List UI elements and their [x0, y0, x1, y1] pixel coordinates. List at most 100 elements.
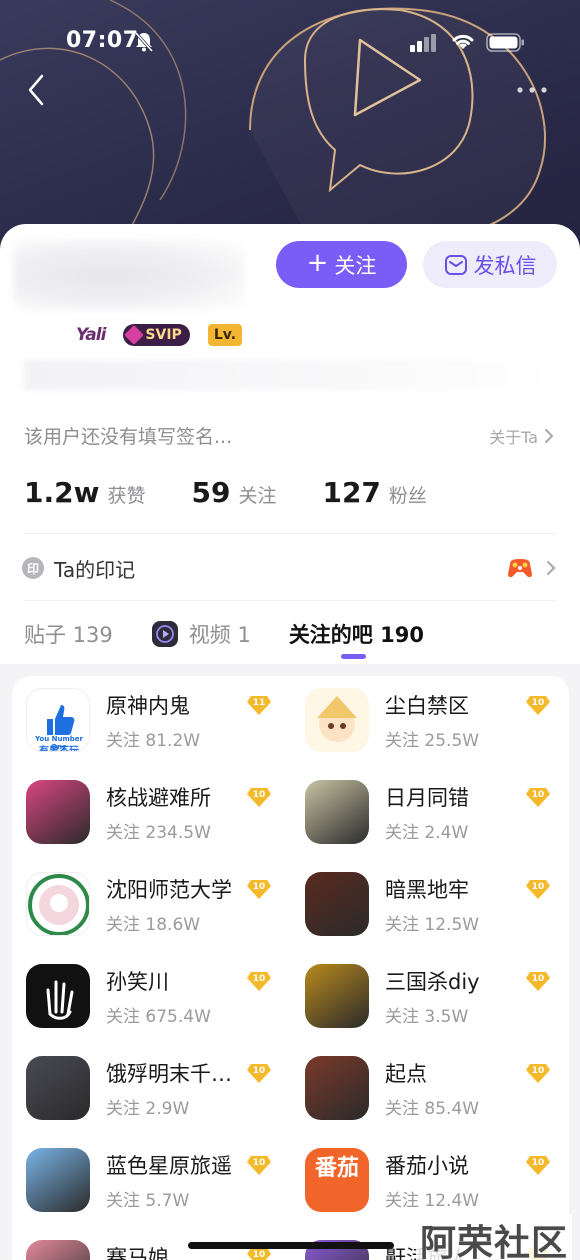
- bar-name: 饿殍明末千…: [106, 1062, 232, 1086]
- wifi-icon: [452, 34, 474, 49]
- bar-level-badge: 10: [525, 1154, 551, 1176]
- stats-row: 1.2w 获赞 59 关注 127 粉丝: [24, 476, 473, 516]
- bar-follow-count: 关注 2.9W: [106, 1099, 190, 1119]
- bar-name: 蓝色星原旅遥: [106, 1154, 232, 1178]
- bar-level-badge: 10: [525, 786, 551, 808]
- stat-following[interactable]: 59 关注: [191, 476, 276, 509]
- stat-likes[interactable]: 1.2w 获赞: [24, 476, 145, 509]
- svip-badge[interactable]: SVIP: [123, 324, 190, 346]
- profile-tabs: 贴子 139 视频 1 关注的吧 190: [24, 614, 462, 654]
- active-tab-indicator: [341, 654, 366, 659]
- bar-level-value: 10: [531, 1158, 545, 1168]
- bar-level-value: 10: [531, 1066, 545, 1076]
- back-chevron-icon[interactable]: [22, 70, 52, 110]
- bar-level-badge: 10: [525, 1062, 551, 1084]
- blurred-info-line: [24, 360, 556, 390]
- bar-name: 核战避难所: [106, 786, 211, 810]
- signal-icon: [410, 34, 436, 52]
- bar-avatar: [305, 872, 369, 936]
- tab-label: 贴子 139: [24, 623, 113, 647]
- bar-follow-count: 关注 85.4W: [385, 1099, 480, 1119]
- message-button-label: 发私信: [473, 253, 537, 278]
- hand-icon: [46, 980, 74, 1020]
- bar-level-badge: 10: [525, 694, 551, 716]
- about-label: 关于Ta: [489, 428, 538, 447]
- bar-item[interactable]: You Number One 有男不玩 原神内鬼 关注 81.2W 11: [26, 688, 296, 768]
- ta-mark-row[interactable]: 印 Ta的印记: [22, 548, 556, 588]
- bar-follow-count: 关注 3.5W: [385, 1007, 469, 1027]
- video-play-icon: [151, 621, 178, 647]
- bar-item[interactable]: 尘白禁区 关注 25.5W 10: [305, 688, 575, 768]
- level-badge[interactable]: Lv.: [207, 324, 243, 346]
- bar-item[interactable]: 蓝色星原旅遥关注 5.7W 10: [26, 1148, 296, 1228]
- bar-level-value: 10: [252, 1250, 266, 1260]
- bar-level-value: 10: [531, 698, 545, 708]
- stat-label: 粉丝: [388, 485, 427, 507]
- seal-icon: 印: [22, 557, 44, 579]
- bar-follow-count: 关注 675.4W: [106, 1007, 211, 1027]
- tab-followed-bars[interactable]: 关注的吧 190: [289, 619, 424, 649]
- stat-value: 1.2w: [24, 476, 100, 509]
- tab-label: 视频 1: [188, 623, 251, 647]
- follow-button-label: 关注: [334, 253, 377, 278]
- bar-name: 起点: [385, 1062, 427, 1086]
- bar-avatar: [26, 964, 90, 1028]
- bar-item[interactable]: 沈阳师范大学 关注 18.6W 10: [26, 872, 296, 952]
- follow-button[interactable]: + 关注: [276, 241, 407, 288]
- bar-item[interactable]: 核战避难所 关注 234.5W 10: [26, 780, 296, 860]
- bar-level-value: 10: [531, 974, 545, 984]
- bar-follow-count: 关注 12.5W: [385, 915, 480, 935]
- bar-follow-count: 关注 5.7W: [106, 1191, 190, 1211]
- bar-level-badge: 10: [246, 1154, 272, 1176]
- blurred-avatar-and-name: [14, 240, 244, 310]
- divider: [24, 600, 556, 601]
- bar-name: 番茄小说: [385, 1154, 469, 1178]
- bar-follow-count: 关注 25.5W: [385, 731, 480, 751]
- bar-level-badge: 11: [246, 694, 272, 716]
- bar-item[interactable]: 饿殍明末千… 关注 2.9W 10: [26, 1056, 296, 1136]
- bar-item[interactable]: 日月同错 关注 2.4W 10: [305, 780, 575, 860]
- bar-level-value: 10: [252, 1066, 266, 1076]
- gamepad-mark-icon: [508, 559, 532, 578]
- badge-row: Yali SVIP Lv.: [76, 320, 243, 350]
- stat-value: 59: [191, 476, 231, 509]
- bar-avatar: [305, 1056, 369, 1120]
- bar-item[interactable]: 起点关注 85.4W 10: [305, 1056, 575, 1136]
- bar-avatar: [305, 964, 369, 1028]
- bar-avatar: [305, 780, 369, 844]
- tab-videos[interactable]: 视频 1: [151, 619, 251, 649]
- tab-posts[interactable]: 贴子 139: [24, 619, 113, 649]
- bar-name: 原神内鬼: [106, 694, 190, 718]
- watermark: 阿荣社区: [415, 1214, 572, 1260]
- bar-avatar: [26, 1056, 90, 1120]
- mail-icon: [444, 254, 467, 275]
- followed-bars-list: You Number One 有男不玩 原神内鬼 关注 81.2W 11 尘白禁区 关注 2…: [12, 676, 569, 1260]
- home-indicator[interactable]: [188, 1242, 394, 1249]
- bar-level-value: 11: [252, 698, 266, 708]
- avatar-caption: 有男不玩: [39, 746, 79, 752]
- bar-avatar: [305, 688, 369, 752]
- tab-label: 关注的吧 190: [288, 623, 424, 647]
- chevron-right-icon: [547, 561, 556, 575]
- bar-level-value: 10: [252, 974, 266, 984]
- profile-banner: 07:07: [0, 0, 580, 260]
- about-link[interactable]: 关于Ta: [489, 424, 554, 448]
- bar-level-value: 10: [531, 790, 545, 800]
- bar-avatar: [26, 872, 90, 936]
- bar-name: 三国杀diy: [385, 970, 480, 994]
- character-icon: [317, 696, 357, 742]
- bar-level-badge: 10: [525, 970, 551, 992]
- bar-item[interactable]: 暗黑地牢 关注 12.5W 10: [305, 872, 575, 952]
- name-badge: Yali: [76, 325, 106, 345]
- bar-follow-count: 关注 81.2W: [106, 731, 201, 751]
- bar-level-value: 10: [531, 882, 545, 892]
- bar-item[interactable]: 三国杀diy 关注 3.5W 10: [305, 964, 575, 1044]
- bar-item[interactable]: 孙笑川 关注 675.4W 10: [26, 964, 296, 1044]
- bar-follow-count: 关注 12.4W: [385, 1191, 480, 1211]
- more-options-icon[interactable]: [512, 80, 552, 100]
- bar-level-badge: 10: [246, 1062, 272, 1084]
- divider: [24, 533, 556, 534]
- stat-fans[interactable]: 127 粉丝: [322, 476, 426, 509]
- message-button[interactable]: 发私信: [423, 241, 557, 288]
- mark-label: Ta的印记: [54, 557, 136, 582]
